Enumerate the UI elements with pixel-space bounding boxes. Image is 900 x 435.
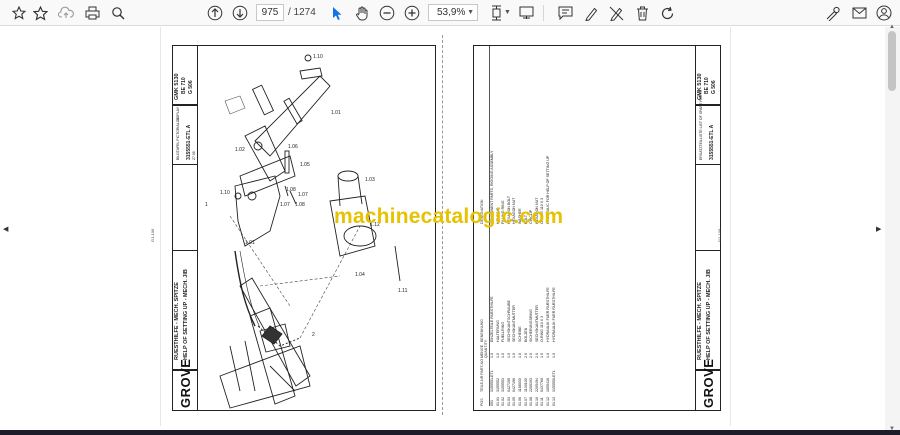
callout-label: 1.10 (313, 54, 323, 60)
col-part-header: TEILE-NR PART-NO (480, 358, 484, 392)
previous-page-button[interactable] (205, 3, 225, 23)
scroll-right-icon[interactable]: ▶ (876, 225, 881, 233)
zoom-level-value: 53,9% (437, 7, 466, 18)
page-number-input[interactable]: 975 (256, 4, 284, 21)
callout-label: 1.07 (280, 202, 290, 208)
scroll-left-icon[interactable]: ◀ (3, 225, 8, 233)
star-icon[interactable] (30, 3, 50, 23)
callout-label: 2 (312, 332, 315, 338)
sign-link-icon[interactable] (823, 3, 843, 23)
delete-icon[interactable] (632, 3, 652, 23)
right-sheet-no: G 506 (711, 80, 717, 94)
callout-label: 1.06 (288, 144, 298, 150)
left-scale: 1/1 (176, 117, 180, 122)
zoom-search-icon[interactable] (108, 3, 128, 23)
fit-chevron-icon[interactable]: ▼ (504, 9, 511, 16)
page-total-label: / 1274 (288, 7, 316, 18)
col-qty-header: MENGE QUANTITY (480, 339, 488, 358)
rotate-icon[interactable] (657, 3, 677, 23)
cell-pos: 01.13 (551, 397, 556, 406)
left-sheet-no: G 506 (188, 80, 194, 94)
right-title-de: RUESTHILFE - MECH. SPITZE (697, 282, 703, 360)
fit-page-icon[interactable] (486, 3, 506, 23)
col-pos-header: POS (480, 398, 484, 406)
callout-label: 1.01 (245, 240, 255, 246)
callout-label: 1.03 (365, 177, 375, 183)
callout-label: 1.10 (220, 190, 230, 196)
hand-tool-icon[interactable] (352, 3, 372, 23)
toolbar-divider (543, 5, 544, 21)
taskbar-edge (0, 430, 900, 435)
select-cursor-icon[interactable] (327, 3, 347, 23)
erase-pen-icon[interactable] (606, 3, 626, 23)
right-header-small: ERSATZTEILLISTE LIST OF SPARE PARTS (699, 90, 703, 160)
left-date: 27.06 (192, 151, 196, 160)
chevron-down-icon: ▼ (467, 9, 474, 16)
left-title-en: HELP OF SETTING UP - MECH. JIB (183, 269, 189, 360)
callout-label: 1 (205, 202, 208, 208)
zoom-out-button[interactable] (377, 3, 397, 23)
callout-label: 1.04 (355, 272, 365, 278)
mail-icon[interactable] (849, 3, 869, 23)
account-icon[interactable] (874, 3, 894, 23)
left-page-mark: G1-106 (150, 228, 155, 242)
left-title-de: RUESTHILFE - MECH. SPITZE (174, 282, 180, 360)
cell-qty: 1.0 (551, 353, 556, 358)
cell-desc: HYDRAULIK FUER RUESTHILFE (551, 287, 556, 342)
watermark-text: machinecatalogic.com (334, 205, 564, 228)
callout-label: 1.02 (235, 147, 245, 153)
pdf-toolbar: 975 / 1274 53,9% ▼ ▼ (0, 0, 900, 26)
col-desc-de-header: BENENNUNG (480, 319, 484, 342)
left-model: GMK 5130 (174, 73, 180, 100)
zoom-in-button[interactable] (402, 3, 422, 23)
scroll-mode-icon[interactable] (516, 3, 536, 23)
left-brand-logo: GROVE (178, 358, 193, 408)
right-page-mark: G1-106 (717, 228, 722, 242)
callout-label: 1.08 (295, 202, 305, 208)
right-title-en: HELP OF SETTING UP - MECH. JIB (706, 269, 712, 360)
callout-label: 1.11 (398, 288, 408, 294)
scroll-up-icon[interactable]: ▲ (889, 24, 895, 30)
right-brand-logo: GROVE (701, 358, 716, 408)
zoom-level-select[interactable]: 53,9% ▼ (428, 4, 478, 21)
callout-label: 1.01 (331, 110, 341, 116)
callout-label: 1.08 (286, 187, 296, 193)
next-page-button[interactable] (230, 3, 250, 23)
cell-desc-en: HYDRAULIC FOR HELP OF SETTING UP (545, 155, 550, 224)
right-model-sub: BE 710 (704, 77, 710, 94)
left-model-sub: BE 710 (181, 77, 187, 94)
favorite-icon[interactable] (9, 3, 29, 23)
left-header-small: BILDTAFEL PICTORIAL DISPLAY (176, 106, 180, 160)
highlight-pen-icon[interactable] (581, 3, 601, 23)
right-part-no: 3155551-ETL A (709, 124, 715, 160)
comment-icon[interactable] (555, 3, 575, 23)
print-icon[interactable] (82, 3, 102, 23)
callout-label: 1.05 (300, 162, 310, 168)
vertical-scrollbar[interactable]: ▲ ▼ (885, 24, 900, 435)
callout-label: 1.07 (298, 192, 308, 198)
cloud-upload-icon[interactable] (56, 3, 76, 23)
scrollbar-thumb[interactable] (888, 31, 896, 91)
cell-part: 3155556-ETL (551, 370, 556, 392)
col-desc-en-header: DESIGNATION (480, 199, 484, 225)
